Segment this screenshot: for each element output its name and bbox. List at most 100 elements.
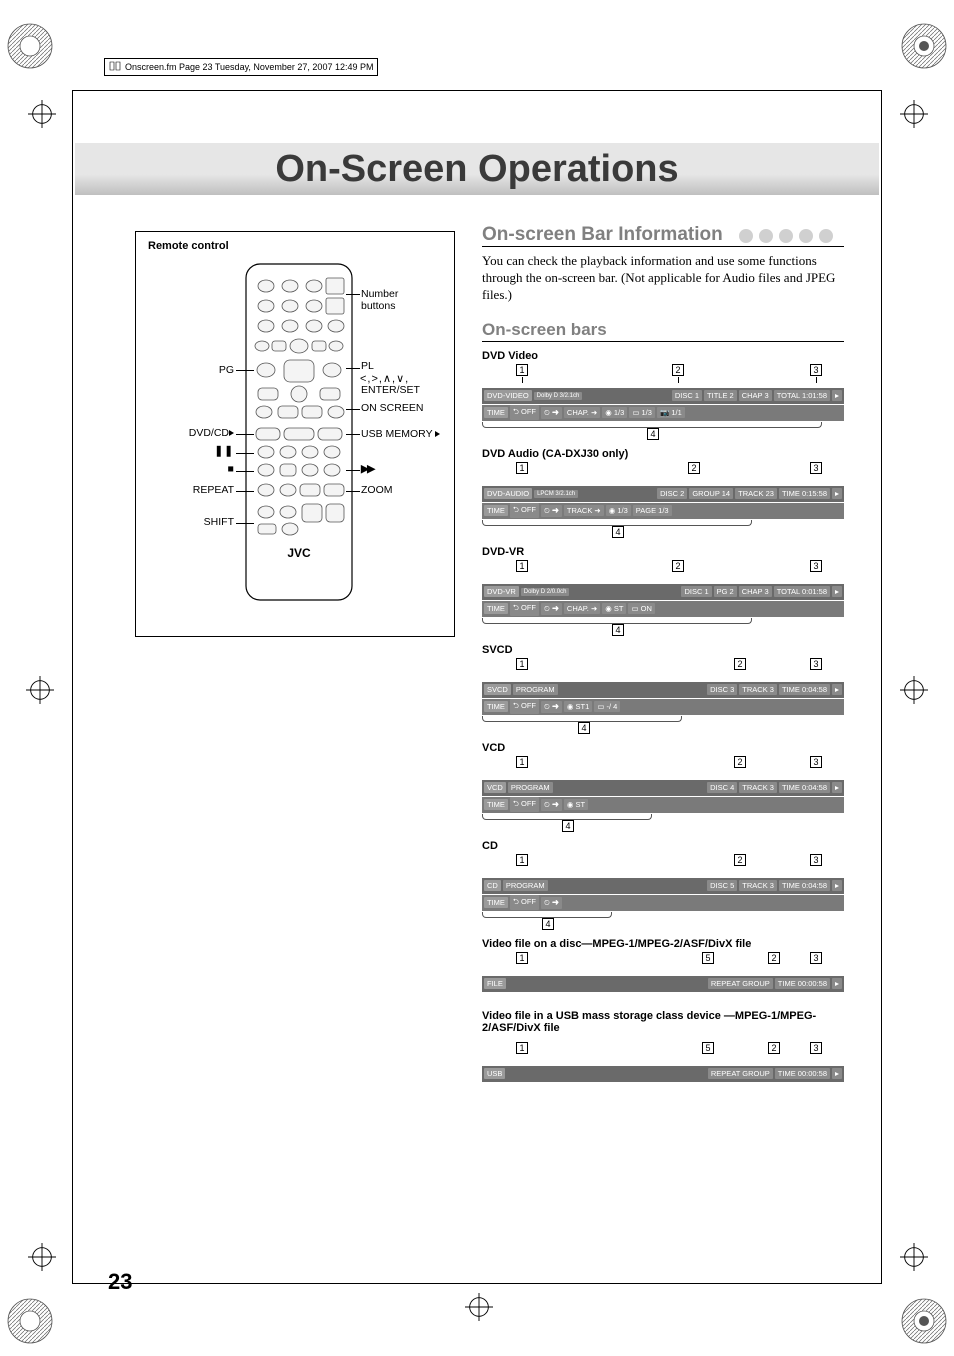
cell-pre: TIME [484,407,508,418]
cell: ▭ ON [628,603,654,614]
label-usb: USB MEMORY [361,428,440,440]
num-badge: 2 [734,658,746,670]
cell-type: DVD-VIDEO [484,390,532,401]
cell: TRACK 3 [739,782,777,793]
cell: TIME 0:04:58 [779,880,830,891]
cell-mode: ⮌ OFF [510,503,539,518]
bar-label: DVD Video [482,350,844,362]
book-icon [109,61,121,73]
leader [346,434,360,435]
section-header: On-screen Bar Information [482,224,844,246]
num-badge: 3 [810,658,822,670]
cell: CHAP. ➜ [564,603,600,614]
leader [346,368,360,369]
label-pg: PG [180,364,234,376]
play-icon [435,431,440,437]
cell: REPEAT GROUP [708,978,773,989]
cell-mode: ⮌ OFF [510,405,539,420]
label-shift: SHIFT [180,516,234,528]
cell: DISC 3 [707,684,737,695]
cell: TRACK ➜ [564,505,604,516]
cell-mode: ⮌ OFF [510,797,539,812]
cell-clock: ⏲ ➜ [541,701,562,713]
cell-type: VCD [484,782,506,793]
leader [346,491,360,492]
label-enterset: ENTER/SET [361,384,420,396]
play-cell [832,880,842,891]
tick [522,377,523,383]
right-column: On-screen Bar Information You can check … [482,224,844,1083]
leader [236,523,254,524]
num-badge: 4 [578,722,590,734]
bar-label: CD [482,840,844,852]
leader [346,409,360,410]
num-badge: 3 [810,952,822,964]
cell: TIME 0:04:58 [779,684,830,695]
bar-row-1: DVD-VIDEO Dolby D 3/2.1ch DISC 1 TITLE 2… [482,388,844,404]
main-title-bar: On-Screen Operations [75,143,879,195]
bar-row-1: USB REPEAT GROUP TIME 00:00:58 [482,1066,844,1082]
body-text: You can check the playback information a… [482,253,844,304]
cell: DISC 4 [707,782,737,793]
cell: CHAP 3 [739,586,772,597]
label-repeat: REPEAT [172,484,234,496]
dots-decoration [739,229,833,243]
num-badge: 2 [672,560,684,572]
play-icon [835,884,839,888]
play-cell [832,390,842,401]
cell: PG 2 [714,586,737,597]
cell: TRACK 23 [735,488,777,499]
leader [236,471,254,472]
cell-clock: ⏲ ➜ [541,407,562,419]
label-onscreen: ON SCREEN [361,402,423,414]
bar-row-1: DVD-AUDIO LPCM 3/2.1ch DISC 2 GROUP 14 T… [482,486,844,502]
cell: PAGE 1/3 [633,505,672,516]
cell: ◉ 1/3 [606,505,631,516]
bar-file-usb: Video file in a USB mass storage class d… [482,1010,844,1082]
num-badge: 4 [612,526,624,538]
cell: TOTAL 0:01:58 [774,586,830,597]
dot-icon [819,229,833,243]
cell-audio: PROGRAM [503,880,548,891]
cell-pre: TIME [484,603,508,614]
bar-dvd-vr: DVD-VR 1 2 3 DVD-VR Dolby D 2/0.0ch DISC… [482,546,844,636]
cell: 📷 1/1 [657,407,685,418]
cell-audio: Dolby D 3/2.1ch [534,392,583,400]
play-cell [832,782,842,793]
reg-mark-left-bot [28,1243,56,1271]
cell-mode: ⮌ OFF [510,601,539,616]
cell: DISC 1 [672,390,702,401]
remote-control-box: Remote control [135,231,455,637]
num-badge: 1 [516,756,528,768]
bar-dvd-audio: DVD Audio (CA-DXJ30 only) 1 2 3 DVD-AUDI… [482,448,844,538]
leader [236,434,254,435]
cell-pre: TIME [484,505,508,516]
leader [236,491,254,492]
reg-corner-bl [0,1291,60,1351]
reg-corner-br [894,1291,954,1351]
play-icon [835,982,839,986]
header-info-text: Onscreen.fm Page 23 Tuesday, November 27… [125,62,373,72]
num-badge: 3 [810,364,822,376]
cell-clock: ⏲ ➜ [541,505,562,517]
cell: CHAP. ➜ [564,407,600,418]
remote-box-title: Remote control [148,240,229,252]
bar-file-disc: Video file on a disc—MPEG-1/MPEG-2/ASF/D… [482,938,844,992]
cell-audio: Dolby D 2/0.0ch [521,588,570,596]
bar-dvd-video: DVD Video 1 2 3 DVD-VIDEO Dolby D 3/2.1c… [482,350,844,440]
header-info: Onscreen.fm Page 23 Tuesday, November 27… [104,58,378,76]
play-cell [832,684,842,695]
leader [236,370,254,371]
play-cell [832,488,842,499]
play-icon [835,688,839,692]
play-icon [835,492,839,496]
label-zoom: ZOOM [361,484,393,496]
num-badge: 4 [647,428,659,440]
reg-mark-left-top [28,100,56,128]
cell-mode: ⮌ OFF [510,699,539,714]
reg-mark-left-mid [26,676,54,704]
cell-pre: TIME [484,897,508,908]
tick [678,377,679,383]
num-badge: 3 [810,854,822,866]
bar-row-1: SVCD PROGRAM DISC 3 TRACK 3 TIME 0:04:58 [482,682,844,698]
